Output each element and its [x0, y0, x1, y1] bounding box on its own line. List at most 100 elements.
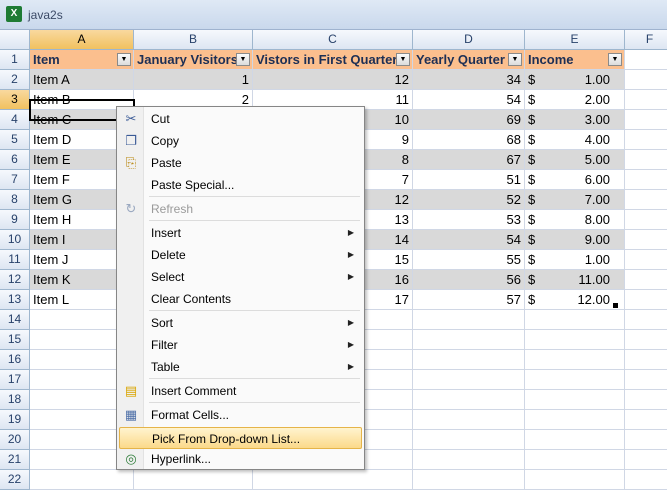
cell-f16[interactable]	[625, 350, 667, 370]
cell-a1[interactable]: Item ▼	[30, 50, 134, 70]
cell-e20[interactable]	[525, 430, 625, 450]
cell-d14[interactable]	[413, 310, 525, 330]
cell-d4[interactable]: 69	[413, 110, 525, 130]
cell-d11[interactable]: 55	[413, 250, 525, 270]
row-header-19[interactable]: 19	[0, 410, 30, 430]
row-header-3[interactable]: 3	[0, 90, 30, 110]
cell-d5[interactable]: 68	[413, 130, 525, 150]
cell-f2[interactable]	[625, 70, 667, 90]
cell-d15[interactable]	[413, 330, 525, 350]
cell-f3[interactable]	[625, 90, 667, 110]
menu-item-format-cells[interactable]: ▦ Format Cells...	[119, 404, 362, 426]
menu-item-paste[interactable]: ⎘ Paste	[119, 152, 362, 174]
cell-f19[interactable]	[625, 410, 667, 430]
cell-e11[interactable]: $1.00	[525, 250, 625, 270]
filter-dropdown-button[interactable]: ▼	[508, 53, 522, 66]
cell-f20[interactable]	[625, 430, 667, 450]
cell-e1[interactable]: Income ▼	[525, 50, 625, 70]
cell-e13[interactable]: $12.00	[525, 290, 625, 310]
cell-d20[interactable]	[413, 430, 525, 450]
cell-f10[interactable]	[625, 230, 667, 250]
row-header-17[interactable]: 17	[0, 370, 30, 390]
cell-e8[interactable]: $7.00	[525, 190, 625, 210]
cell-b2[interactable]: 1	[134, 70, 253, 90]
cell-e6[interactable]: $5.00	[525, 150, 625, 170]
row-header-9[interactable]: 9	[0, 210, 30, 230]
cell-d2[interactable]: 34	[413, 70, 525, 90]
row-header-15[interactable]: 15	[0, 330, 30, 350]
menu-item-insert-comment[interactable]: ▤ Insert Comment	[119, 380, 362, 402]
cell-d16[interactable]	[413, 350, 525, 370]
row-header-16[interactable]: 16	[0, 350, 30, 370]
cell-e5[interactable]: $4.00	[525, 130, 625, 150]
cell-f18[interactable]	[625, 390, 667, 410]
cell-c22[interactable]	[253, 470, 413, 490]
cell-e21[interactable]	[525, 450, 625, 470]
cell-e19[interactable]	[525, 410, 625, 430]
row-header-10[interactable]: 10	[0, 230, 30, 250]
cell-f4[interactable]	[625, 110, 667, 130]
cell-d10[interactable]: 54	[413, 230, 525, 250]
cell-e15[interactable]	[525, 330, 625, 350]
filter-dropdown-button[interactable]: ▼	[608, 53, 622, 66]
row-header-8[interactable]: 8	[0, 190, 30, 210]
column-header-d[interactable]: D	[413, 30, 525, 50]
row-header-6[interactable]: 6	[0, 150, 30, 170]
cell-d17[interactable]	[413, 370, 525, 390]
cell-f13[interactable]	[625, 290, 667, 310]
fill-handle[interactable]	[613, 303, 618, 308]
column-header-b[interactable]: B	[134, 30, 253, 50]
menu-item-insert[interactable]: Insert ▶	[119, 222, 362, 244]
cell-d7[interactable]: 51	[413, 170, 525, 190]
menu-item-pick-from-drop-down-list[interactable]: Pick From Drop-down List...	[119, 427, 362, 449]
filter-dropdown-button[interactable]: ▼	[236, 53, 250, 66]
cell-f8[interactable]	[625, 190, 667, 210]
menu-item-paste-special[interactable]: Paste Special...	[119, 174, 362, 196]
select-all-corner[interactable]	[0, 30, 30, 50]
row-header-20[interactable]: 20	[0, 430, 30, 450]
cell-d6[interactable]: 67	[413, 150, 525, 170]
cell-e2[interactable]: $1.00	[525, 70, 625, 90]
cell-c1[interactable]: Vistors in First Quarter ▼	[253, 50, 413, 70]
menu-item-copy[interactable]: ❐ Copy	[119, 130, 362, 152]
menu-item-select[interactable]: Select ▶	[119, 266, 362, 288]
cell-f11[interactable]	[625, 250, 667, 270]
cell-d8[interactable]: 52	[413, 190, 525, 210]
cell-e10[interactable]: $9.00	[525, 230, 625, 250]
cell-f17[interactable]	[625, 370, 667, 390]
row-header-22[interactable]: 22	[0, 470, 30, 490]
cell-e18[interactable]	[525, 390, 625, 410]
cell-d13[interactable]: 57	[413, 290, 525, 310]
row-header-5[interactable]: 5	[0, 130, 30, 150]
column-header-a[interactable]: A	[30, 30, 134, 50]
cell-e7[interactable]: $6.00	[525, 170, 625, 190]
cell-d21[interactable]	[413, 450, 525, 470]
cell-e16[interactable]	[525, 350, 625, 370]
menu-item-clear-contents[interactable]: Clear Contents	[119, 288, 362, 310]
row-header-7[interactable]: 7	[0, 170, 30, 190]
row-header-2[interactable]: 2	[0, 70, 30, 90]
cell-f14[interactable]	[625, 310, 667, 330]
cell-b22[interactable]	[134, 470, 253, 490]
cell-c2[interactable]: 12	[253, 70, 413, 90]
menu-item-cut[interactable]: ✂ Cut	[119, 108, 362, 130]
row-header-14[interactable]: 14	[0, 310, 30, 330]
row-header-21[interactable]: 21	[0, 450, 30, 470]
cell-e22[interactable]	[525, 470, 625, 490]
cell-f9[interactable]	[625, 210, 667, 230]
menu-item-delete[interactable]: Delete ▶	[119, 244, 362, 266]
cell-b1[interactable]: January Visitors ▼	[134, 50, 253, 70]
cell-d1[interactable]: Yearly Quarter ▼	[413, 50, 525, 70]
filter-dropdown-button[interactable]: ▼	[117, 53, 131, 66]
column-header-f[interactable]: F	[625, 30, 667, 50]
cell-f12[interactable]	[625, 270, 667, 290]
menu-item-hyperlink[interactable]: ◎ Hyperlink...	[119, 448, 362, 470]
row-header-12[interactable]: 12	[0, 270, 30, 290]
cell-f6[interactable]	[625, 150, 667, 170]
cell-e17[interactable]	[525, 370, 625, 390]
cell-d22[interactable]	[413, 470, 525, 490]
cell-e14[interactable]	[525, 310, 625, 330]
row-header-18[interactable]: 18	[0, 390, 30, 410]
row-header-13[interactable]: 13	[0, 290, 30, 310]
cell-e3[interactable]: $2.00	[525, 90, 625, 110]
